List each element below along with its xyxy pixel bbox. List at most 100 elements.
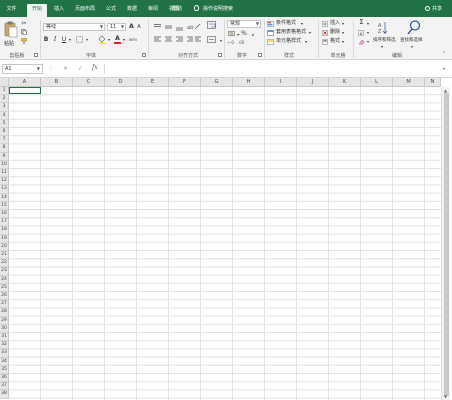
chevron-down-icon[interactable]: ▾ <box>366 20 370 27</box>
column-header[interactable]: L <box>361 78 393 87</box>
row-header[interactable]: 4 <box>0 111 9 120</box>
row-header[interactable]: 5 <box>0 119 9 128</box>
vertical-scrollbar[interactable]: ▲ ▼ <box>441 87 450 400</box>
chevron-down-icon[interactable]: ▾ <box>219 37 223 44</box>
row-header[interactable]: 38 <box>0 390 9 399</box>
sort-filter-icon[interactable]: A Z <box>378 21 390 37</box>
column-header[interactable]: C <box>73 78 105 87</box>
wrap-text-icon[interactable] <box>207 21 219 30</box>
row-header[interactable]: 21 <box>0 251 9 260</box>
cut-icon[interactable]: ✂ <box>21 20 27 27</box>
chevron-down-icon[interactable]: ▾ <box>122 36 126 43</box>
column-header[interactable]: A <box>9 78 41 87</box>
column-header[interactable]: E <box>137 78 169 87</box>
column-header[interactable]: N <box>425 78 441 87</box>
row-header[interactable]: 9 <box>0 152 9 161</box>
column-header[interactable]: B <box>41 78 73 87</box>
cell-area[interactable] <box>9 87 441 400</box>
chevron-down-icon[interactable]: ▾ <box>308 29 312 36</box>
share-button[interactable]: 共享 <box>424 4 442 15</box>
clipboard-launcher-icon[interactable] <box>34 53 38 57</box>
format-as-table-button[interactable]: 套用表格格式 <box>276 29 306 36</box>
tab-formulas[interactable]: 公式 <box>103 4 119 17</box>
tab-review[interactable]: 审阅 <box>145 4 161 17</box>
row-header[interactable]: 22 <box>0 259 9 268</box>
row-header[interactable]: 13 <box>0 185 9 194</box>
chevron-down-icon[interactable]: ▾ <box>341 38 345 45</box>
paste-icon[interactable] <box>4 21 18 39</box>
tab-page-layout[interactable]: 页面布局 <box>71 4 99 17</box>
row-header[interactable]: 11 <box>0 169 9 178</box>
phonetic-icon[interactable]: wén <box>128 36 138 43</box>
tab-file[interactable]: 文件 <box>3 4 20 17</box>
borders-icon[interactable] <box>76 36 84 43</box>
row-header[interactable]: 8 <box>0 144 9 153</box>
chevron-down-icon[interactable]: ▾ <box>236 31 240 38</box>
cancel-icon[interactable]: ✕ <box>63 65 68 72</box>
formula-input[interactable] <box>104 64 444 74</box>
fill-color-icon[interactable] <box>98 35 106 44</box>
chevron-down-icon[interactable]: ▾ <box>304 38 308 45</box>
row-header[interactable]: 2 <box>0 95 9 104</box>
copy-icon[interactable] <box>21 29 27 35</box>
font-name-combo[interactable]: 等线 ▼ <box>43 23 105 31</box>
row-header[interactable]: 16 <box>0 210 9 219</box>
row-header[interactable]: 26 <box>0 292 9 301</box>
chevron-down-icon[interactable]: ▾ <box>341 20 345 27</box>
search-icon[interactable] <box>407 20 421 36</box>
active-cell[interactable] <box>9 87 41 94</box>
row-header[interactable]: 25 <box>0 283 9 292</box>
number-launcher-icon[interactable] <box>258 53 262 57</box>
row-header[interactable]: 36 <box>0 374 9 383</box>
row-header[interactable]: 27 <box>0 300 9 309</box>
comma-style-button[interactable]: , <box>250 30 256 37</box>
chevron-down-icon[interactable]: ▾ <box>68 36 72 43</box>
grow-font-icon[interactable]: A <box>128 23 135 30</box>
row-header[interactable]: 35 <box>0 365 9 374</box>
font-size-combo[interactable]: 11 ▼ <box>107 23 126 31</box>
column-header[interactable]: M <box>393 78 425 87</box>
tab-insert[interactable]: 插入 <box>51 4 67 17</box>
format-painter-icon[interactable] <box>21 38 27 44</box>
delete-cells-button[interactable]: 删除 <box>330 29 340 36</box>
row-header[interactable]: 17 <box>0 218 9 227</box>
row-header[interactable]: 33 <box>0 349 9 358</box>
row-header[interactable]: 32 <box>0 341 9 350</box>
expand-formula-icon[interactable]: ▾ <box>443 66 445 71</box>
select-all-corner[interactable] <box>0 78 9 87</box>
alignment-launcher-icon[interactable] <box>218 53 222 57</box>
row-header[interactable]: 7 <box>0 136 9 145</box>
tell-me-search[interactable]: 操作说明搜索 <box>194 4 233 15</box>
tab-home[interactable]: 开始 <box>27 4 47 17</box>
row-header[interactable]: 28 <box>0 308 9 317</box>
column-header[interactable]: F <box>169 78 201 87</box>
column-header[interactable]: J <box>297 78 329 87</box>
row-header[interactable]: 29 <box>0 316 9 325</box>
row-header[interactable]: 34 <box>0 357 9 366</box>
scrollbar-thumb[interactable] <box>444 93 449 396</box>
tab-help[interactable]: 帮助 <box>170 4 184 17</box>
sort-filter-label[interactable]: 排序和筛选 <box>373 37 396 44</box>
format-cells-button[interactable]: 格式 <box>330 38 340 45</box>
row-header[interactable]: 31 <box>0 333 9 342</box>
column-header[interactable]: K <box>329 78 361 87</box>
row-header[interactable]: 23 <box>0 267 9 276</box>
column-header[interactable]: G <box>201 78 233 87</box>
chevron-down-icon[interactable]: ▾ <box>300 20 304 27</box>
row-header[interactable]: 1 <box>0 87 9 96</box>
decrease-decimal-icon[interactable]: .00 <box>238 39 244 46</box>
chevron-down-icon[interactable]: ▾ <box>366 29 370 36</box>
merge-center-icon[interactable] <box>207 36 219 44</box>
row-header[interactable]: 19 <box>0 234 9 243</box>
row-header[interactable]: 37 <box>0 382 9 391</box>
fill-icon[interactable] <box>358 30 366 36</box>
insert-function-icon[interactable]: fx <box>92 64 98 71</box>
font-launcher-icon[interactable] <box>142 53 146 57</box>
enter-icon[interactable]: ✓ <box>78 65 83 72</box>
chevron-down-icon[interactable]: ▾ <box>107 36 111 43</box>
column-header[interactable]: H <box>233 78 265 87</box>
scroll-down-icon[interactable]: ▼ <box>444 394 447 399</box>
collapse-ribbon-icon[interactable]: ⌃ <box>441 51 447 58</box>
chevron-down-icon[interactable]: ▾ <box>341 29 345 36</box>
number-format-combo[interactable]: 常规 ▼ <box>227 20 261 28</box>
